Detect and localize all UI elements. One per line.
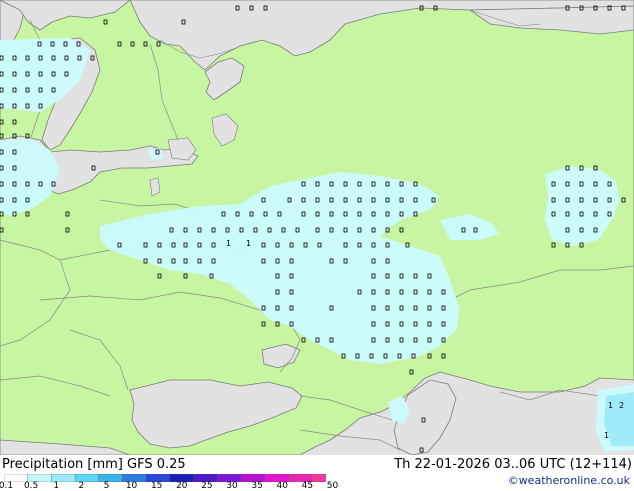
legend-title: Precipitation [mm] GFS 0.25 <box>2 457 186 472</box>
credit-link[interactable]: ©weatheronline.co.uk <box>508 474 630 487</box>
precipitation-map: 1 1 1 2 1 <box>0 0 634 455</box>
value-label-two: 2 <box>619 401 624 410</box>
value-label-one: 1 <box>604 431 609 440</box>
value-label-one: 1 <box>246 239 251 248</box>
value-label-one: 1 <box>226 239 231 248</box>
run-info: Th 22-01-2026 03..06 UTC (12+114) <box>394 457 632 472</box>
map-footer: Precipitation [mm] GFS 0.25 Th 22-01-202… <box>0 455 634 491</box>
value-label-one: 1 <box>608 401 613 410</box>
